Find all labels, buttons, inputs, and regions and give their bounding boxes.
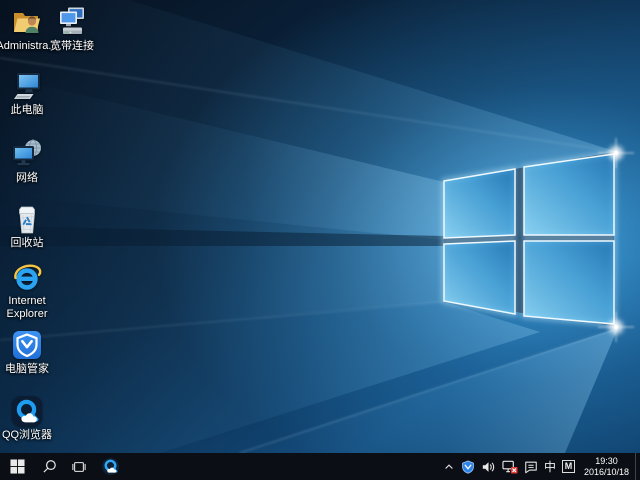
taskbar-clock[interactable]: 19:30 2016/10/18	[578, 453, 635, 480]
tray-ime-badge-button[interactable]: M	[559, 453, 578, 480]
wallpaper-windows-hero	[0, 0, 640, 453]
desktop-icon-qq-browser[interactable]: QQ浏览器	[0, 395, 59, 442]
recycle-bin-icon	[11, 203, 43, 235]
desktop-icon-label: QQ浏览器	[0, 429, 59, 442]
windows-logo-icon	[10, 459, 25, 474]
tray-ime-mode-button[interactable]: 中	[541, 453, 559, 480]
desktop-icon-label: Internet Explorer	[0, 295, 59, 321]
clock-date: 2016/10/18	[584, 467, 629, 478]
tray-network-button[interactable]	[499, 453, 521, 480]
qq-browser-icon	[11, 395, 43, 427]
action-center-icon	[524, 460, 538, 474]
task-view-button[interactable]	[64, 453, 94, 480]
desktop-icon-label: 回收站	[0, 237, 59, 250]
search-button[interactable]	[34, 453, 64, 480]
ime-mode-label: 中	[544, 458, 556, 475]
clock-time: 19:30	[595, 456, 618, 467]
speaker-icon	[481, 460, 496, 474]
desktop-icon-broadband-connection[interactable]: 宽带连接	[40, 6, 104, 53]
desktop-icon-this-pc[interactable]: 此电脑	[0, 70, 59, 117]
this-pc-icon	[11, 70, 43, 102]
network-icon	[11, 138, 43, 170]
network-disconnected-icon	[502, 459, 518, 474]
desktop-icon-network[interactable]: 网络	[0, 138, 59, 185]
ime-badge-label: M	[562, 460, 575, 473]
tray-expand-button[interactable]	[440, 453, 458, 480]
desktop-icon-pc-manager[interactable]: 电脑管家	[0, 329, 59, 376]
tray-volume-button[interactable]	[478, 453, 499, 480]
show-desktop-button[interactable]	[635, 453, 640, 480]
desktop: Administra... 宽带连接	[0, 0, 640, 480]
tray-pc-manager-button[interactable]	[458, 453, 478, 480]
desktop-icon-recycle-bin[interactable]: 回收站	[0, 203, 59, 250]
pc-manager-icon	[11, 329, 43, 361]
taskbar-qq-browser-button[interactable]	[94, 453, 126, 480]
shield-icon	[461, 460, 475, 474]
taskbar: 中 M 19:30 2016/10/18	[0, 453, 640, 480]
tray-action-center-button[interactable]	[521, 453, 541, 480]
start-button[interactable]	[0, 453, 34, 480]
user-folder-icon	[11, 6, 43, 38]
system-tray: 中 M 19:30 2016/10/18	[440, 453, 640, 480]
qq-browser-taskbar-icon	[101, 457, 120, 476]
search-icon	[42, 459, 57, 474]
desktop-icon-label: 此电脑	[0, 104, 59, 117]
desktop-icon-label: 网络	[0, 172, 59, 185]
desktop-icon-label: 宽带连接	[40, 40, 104, 53]
chevron-up-icon	[443, 461, 455, 473]
desktop-icon-internet-explorer[interactable]: Internet Explorer	[0, 261, 59, 321]
broadband-connection-icon	[56, 6, 88, 38]
desktop-icon-label: 电脑管家	[0, 363, 59, 376]
task-view-icon	[71, 460, 87, 474]
internet-explorer-icon	[11, 261, 43, 293]
